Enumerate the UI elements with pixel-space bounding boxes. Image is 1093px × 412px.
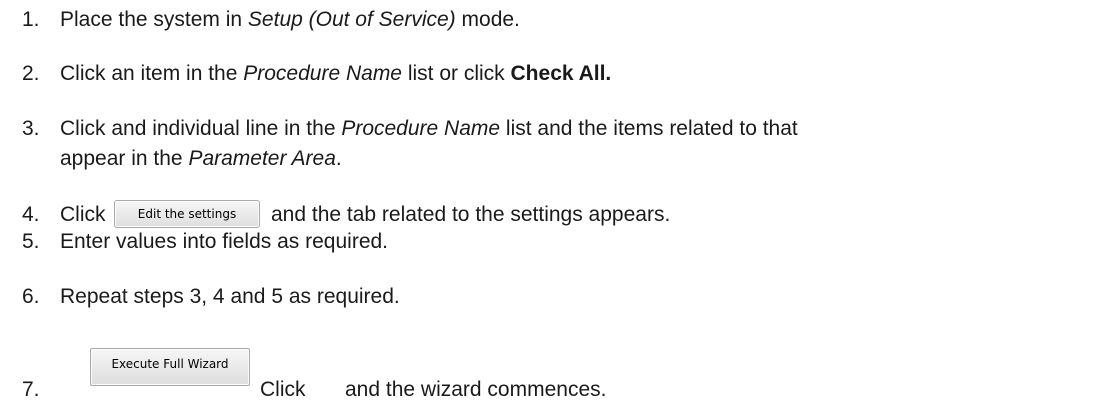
text-run: Click and individual line in the [60,117,342,140]
step-number: 7. [22,378,40,401]
text-run: list and the items related to that [500,117,798,140]
step-text: Click an item in the Procedure Name list… [60,62,611,86]
step-number: 6. [22,285,40,308]
step-text-click: Click [60,203,106,226]
text-run: Place the system in [60,8,248,31]
text-run: Click an item in the [60,62,244,85]
edit-settings-button[interactable]: Edit the settings [114,200,260,228]
mode-name: Setup (Out of Service) [247,8,456,31]
area-name: Parameter Area [188,147,336,170]
text-run: mode. [455,8,520,31]
text-run: appear in the [60,147,189,170]
step-number: 3. [22,117,40,140]
execute-full-wizard-button[interactable]: Execute Full Wizard [90,348,250,386]
step-number: 4. [22,203,40,226]
text-run: list or click [402,62,511,85]
step-text-continued: appear in the Parameter Area. [60,147,342,171]
step-text: Enter values into fields as required. [60,230,389,253]
step-text: Place the system in Setup (Out of Servic… [60,8,520,32]
step-text: Click and individual line in the Procedu… [60,117,798,141]
list-name: Procedure Name [341,117,501,140]
step-text-click: Click [260,378,306,401]
step-number: 2. [22,62,40,85]
step-text: and the tab related to the settings appe… [271,203,671,226]
step-number: 1. [22,8,40,31]
list-name: Procedure Name [243,62,402,85]
step-number: 5. [22,230,40,253]
text-run: . [335,147,342,170]
step-text: and the wizard commences. [345,378,607,401]
step-text: Repeat steps 3, 4 and 5 as required. [60,285,400,308]
button-reference: Check All. [510,62,612,85]
